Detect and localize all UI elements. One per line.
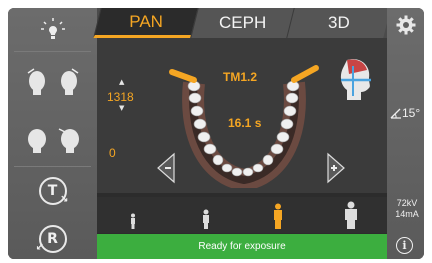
kv-value: 72kV bbox=[396, 198, 418, 208]
device-panel: T ↘ R ↙ PAN CEPH 3D ▲ 1318 ▼ 0 TM1.2 16.… bbox=[8, 8, 424, 259]
r-circle-icon: R ↙ bbox=[35, 225, 67, 253]
t-circle-icon: T ↘ bbox=[38, 177, 69, 205]
exposure-params[interactable]: 72kV 14mA bbox=[389, 198, 424, 220]
zero-value: 0 bbox=[109, 146, 116, 160]
r-button[interactable]: R ↙ bbox=[8, 222, 97, 256]
size-large-adult-button[interactable] bbox=[315, 197, 388, 233]
size-child-button[interactable] bbox=[97, 197, 170, 233]
up-arrow-icon[interactable]: ▲ bbox=[119, 78, 124, 86]
head-tilt-right-icon bbox=[60, 68, 78, 95]
height-value: 1318 bbox=[107, 90, 134, 104]
light-button[interactable] bbox=[8, 16, 97, 42]
status-text: Ready for exposure bbox=[198, 241, 286, 252]
person-adult-icon bbox=[274, 203, 283, 229]
ma-value: 14mA bbox=[395, 209, 419, 219]
minus-button[interactable] bbox=[156, 152, 176, 184]
tab-pan[interactable]: PAN bbox=[93, 8, 198, 38]
patient-size-selector bbox=[97, 197, 387, 233]
plus-button[interactable] bbox=[326, 152, 346, 184]
person-small-icon bbox=[202, 209, 209, 229]
head-tilt-left-icon bbox=[27, 68, 45, 95]
gear-icon[interactable] bbox=[396, 15, 416, 35]
head-profile-icon bbox=[340, 59, 371, 100]
person-large-icon bbox=[344, 201, 357, 229]
angle-value: 15° bbox=[402, 106, 421, 120]
down-arrow-icon[interactable]: ▼ bbox=[119, 104, 124, 112]
head-rotate-left-icon bbox=[27, 129, 46, 153]
divider bbox=[14, 166, 91, 167]
right-toolbar: 15° 72kV 14mA i bbox=[387, 8, 424, 259]
size-small-adult-button[interactable] bbox=[170, 197, 243, 233]
info-icon[interactable]: i bbox=[396, 237, 413, 254]
mode-tabs: PAN CEPH 3D bbox=[93, 8, 391, 38]
status-bar: Ready for exposure bbox=[97, 234, 387, 259]
t-button[interactable]: T ↘ bbox=[8, 174, 97, 208]
tab-3d[interactable]: 3D bbox=[286, 8, 391, 38]
jaw-image bbox=[169, 65, 319, 188]
pan-main-view: ▲ 1318 ▼ 0 TM1.2 16.1 s bbox=[97, 38, 387, 193]
person-child-icon bbox=[131, 213, 136, 229]
head-rotate-right-icon bbox=[58, 128, 79, 153]
head-tilt-button[interactable] bbox=[8, 62, 97, 98]
arrow-icon: ↘ bbox=[60, 194, 69, 205]
light-bulb-icon bbox=[40, 18, 65, 39]
angle-icon bbox=[390, 108, 401, 119]
left-toolbar: T ↘ R ↙ bbox=[8, 8, 97, 259]
size-adult-button[interactable] bbox=[242, 197, 315, 233]
head-rotate-button[interactable] bbox=[8, 120, 97, 156]
arrow-icon: ↙ bbox=[35, 242, 44, 253]
divider bbox=[14, 51, 91, 52]
tab-ceph[interactable]: CEPH bbox=[189, 8, 295, 38]
angle-button[interactable]: 15° bbox=[390, 106, 420, 120]
